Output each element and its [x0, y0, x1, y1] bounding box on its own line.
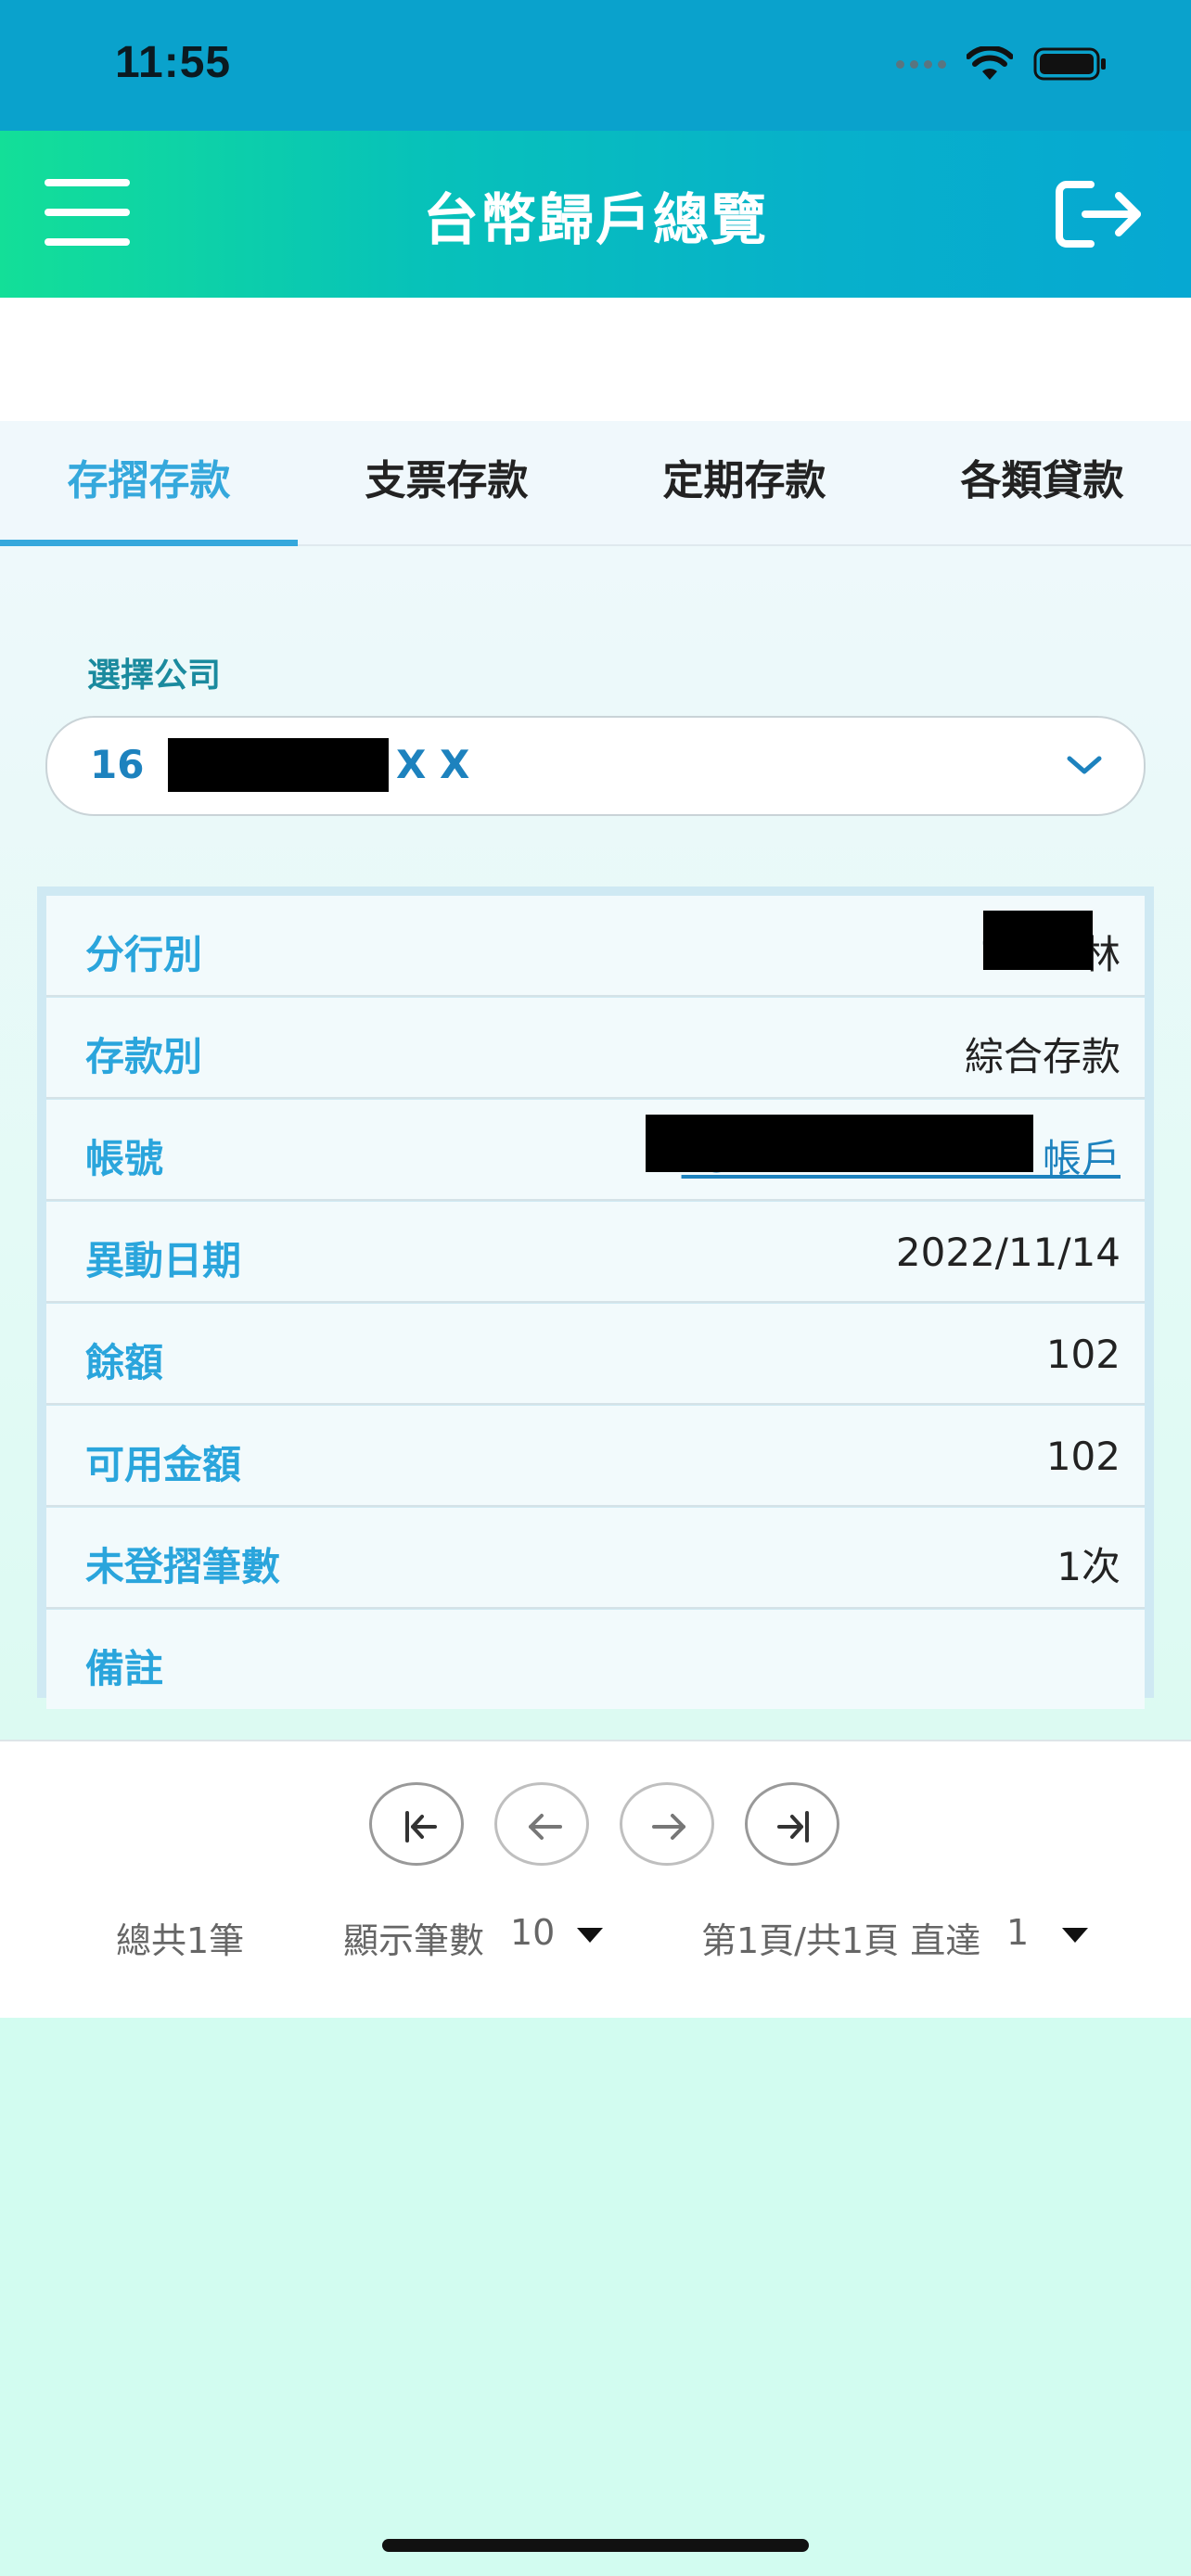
row-label: 可用金額 [85, 1442, 242, 1487]
caret-down-icon [1062, 1927, 1089, 1943]
company-value-suffix: X X [396, 742, 470, 787]
main-content: 選擇公司 16 X X 分行別 1 林 存款別 綜合存款 帳號 13 帳戶 異動… [0, 546, 1191, 1740]
page-size-value: 10 [510, 1912, 556, 1953]
table-row: 可用金額 102 [46, 1406, 1145, 1507]
page-size-label: 顯示筆數 [343, 1920, 485, 1961]
row-label: 異動日期 [85, 1238, 242, 1283]
status-icons [896, 46, 1108, 82]
row-label: 備註 [85, 1646, 164, 1691]
table-row: 未登摺筆數 1次 [46, 1508, 1145, 1609]
row-value: 1次 [1057, 1544, 1121, 1589]
status-bar: 11:55 [0, 0, 1191, 131]
row-value: 102 [1045, 1434, 1121, 1479]
goto-page-value: 1 [1006, 1912, 1030, 1953]
table-row: 分行別 1 林 [46, 896, 1145, 997]
spacer [0, 298, 1191, 421]
redaction-block [983, 911, 1093, 970]
row-label: 分行別 [85, 932, 203, 977]
tab-time-deposit[interactable]: 定期存款 [596, 421, 893, 544]
signal-icon [896, 59, 946, 69]
caret-down-icon [577, 1927, 604, 1943]
goto-page-select[interactable]: 1 [1006, 1912, 1089, 1953]
first-page-button[interactable] [369, 1782, 464, 1866]
page-size-select[interactable]: 10 [510, 1912, 604, 1953]
table-row: 備註 [46, 1610, 1145, 1709]
page-info: 第1頁/共1頁 直達 [701, 1920, 981, 1961]
table-row: 存款別 綜合存款 [46, 998, 1145, 1099]
row-label: 存款別 [85, 1034, 203, 1079]
redaction-block [168, 738, 389, 792]
logout-button[interactable] [1054, 177, 1146, 251]
table-row: 異動日期 2022/11/14 [46, 1202, 1145, 1303]
account-detail-table: 分行別 1 林 存款別 綜合存款 帳號 13 帳戶 異動日期 2022/11/1… [37, 886, 1154, 1709]
next-page-button[interactable] [620, 1782, 714, 1866]
status-time: 11:55 [115, 38, 232, 87]
tab-check-deposit[interactable]: 支票存款 [298, 421, 596, 544]
battery-icon [1033, 47, 1106, 81]
company-value-prefix: 16 [90, 742, 145, 787]
logout-icon [1056, 181, 1141, 248]
table-row: 帳號 13 帳戶 [46, 1100, 1145, 1201]
app-header: 台幣歸戶總覽 [0, 131, 1191, 298]
company-select[interactable]: 16 X X [45, 716, 1146, 816]
prev-page-button[interactable] [494, 1782, 589, 1866]
page-title: 台幣歸戶總覽 [423, 188, 768, 253]
arrow-right-icon [652, 1814, 685, 1840]
tab-passbook-deposit[interactable]: 存摺存款 [0, 421, 298, 546]
wifi-icon [967, 46, 1013, 80]
tab-loans[interactable]: 各類貸款 [893, 421, 1191, 544]
pagination: 總共1筆 顯示筆數 10 第1頁/共1頁 直達 1 [0, 1740, 1191, 2018]
row-label: 餘額 [85, 1340, 164, 1385]
total-count: 總共1筆 [116, 1920, 245, 1961]
last-page-icon [777, 1811, 809, 1843]
home-indicator [382, 2539, 809, 2552]
table-row: 餘額 102 [46, 1304, 1145, 1405]
row-label: 帳號 [85, 1136, 164, 1181]
last-page-button[interactable] [745, 1782, 839, 1866]
row-label: 未登摺筆數 [85, 1544, 281, 1589]
account-type-tabs: 存摺存款 支票存款 定期存款 各類貸款 [0, 421, 1191, 546]
arrow-left-icon [529, 1814, 562, 1840]
row-value: 102 [1045, 1332, 1121, 1377]
row-value: 2022/11/14 [895, 1230, 1121, 1275]
row-value: 綜合存款 [964, 1034, 1121, 1079]
company-select-label: 選擇公司 [87, 657, 222, 695]
redaction-block [646, 1115, 1033, 1172]
chevron-down-icon [1067, 756, 1102, 774]
first-page-icon [405, 1811, 437, 1843]
